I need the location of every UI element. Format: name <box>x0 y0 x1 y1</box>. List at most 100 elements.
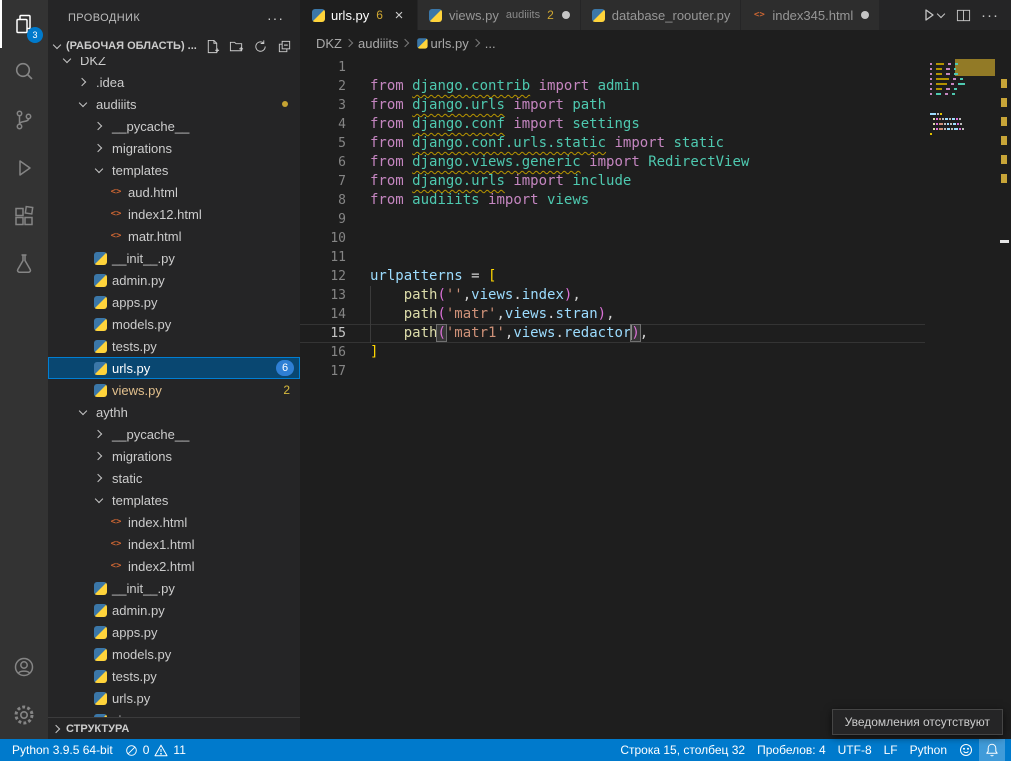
code-line-12[interactable]: 12urlpatterns = [ <box>300 267 925 286</box>
tree-item-views.py[interactable]: views.py <box>48 709 300 717</box>
search-icon[interactable] <box>0 48 48 96</box>
encoding-status[interactable]: UTF-8 <box>832 739 878 761</box>
tree-item-templates[interactable]: templates <box>48 489 300 511</box>
code-line-3[interactable]: 3from django.urls import path <box>300 96 925 115</box>
more-actions-button[interactable]: ··· <box>981 7 999 24</box>
refresh-icon[interactable] <box>252 38 268 54</box>
code-line-7[interactable]: 7from django.urls import include <box>300 172 925 191</box>
line-number[interactable]: 17 <box>300 362 346 381</box>
minimap[interactable] <box>927 58 997 143</box>
tree-item-index.html[interactable]: <>index.html <box>48 511 300 533</box>
line-number[interactable]: 7 <box>300 172 346 191</box>
line-number[interactable]: 16 <box>300 343 346 362</box>
line-number[interactable]: 6 <box>300 153 346 172</box>
split-editor-button[interactable] <box>956 8 971 23</box>
line-number[interactable]: 14 <box>300 305 346 324</box>
line-number[interactable]: 5 <box>300 134 346 153</box>
tab-index345.html[interactable]: <>index345.html <box>741 0 880 30</box>
line-number[interactable]: 10 <box>300 229 346 248</box>
tree-item-admin.py[interactable]: admin.py <box>48 599 300 621</box>
code-line-10[interactable]: 10 <box>300 229 925 248</box>
code-line-14[interactable]: 14 path('matr',views.stran), <box>300 305 925 324</box>
tree-item-admin.py[interactable]: admin.py <box>48 269 300 291</box>
code-line-13[interactable]: 13 path('',views.index), <box>300 286 925 305</box>
tree-item-views.py[interactable]: views.py2 <box>48 379 300 401</box>
explorer-icon[interactable]: 3 <box>0 0 48 48</box>
line-number[interactable]: 1 <box>300 58 346 77</box>
tree-item-matr.html[interactable]: <>matr.html <box>48 225 300 247</box>
new-folder-icon[interactable] <box>228 38 244 54</box>
cursor-position-status[interactable]: Строка 15, столбец 32 <box>614 739 751 761</box>
tree-item-__init__.py[interactable]: __init__.py <box>48 577 300 599</box>
code-line-15[interactable]: 15 path('matr1',views.redactor), <box>300 324 925 343</box>
tree-item-index1.html[interactable]: <>index1.html <box>48 533 300 555</box>
line-number[interactable]: 2 <box>300 77 346 96</box>
code-line-4[interactable]: 4from django.conf import settings <box>300 115 925 134</box>
code-line-2[interactable]: 2from django.contrib import admin <box>300 77 925 96</box>
notifications-bell-icon[interactable] <box>979 739 1005 761</box>
line-number[interactable]: 13 <box>300 286 346 305</box>
tree-item-static[interactable]: static <box>48 467 300 489</box>
tree-item-models.py[interactable]: models.py <box>48 643 300 665</box>
source-control-icon[interactable] <box>0 96 48 144</box>
tree-item-models.py[interactable]: models.py <box>48 313 300 335</box>
tree-item-migrations[interactable]: migrations <box>48 137 300 159</box>
feedback-icon[interactable] <box>953 739 979 761</box>
extensions-icon[interactable] <box>0 192 48 240</box>
code-line-11[interactable]: 11 <box>300 248 925 267</box>
code-line-8[interactable]: 8from audiiits import views <box>300 191 925 210</box>
code-line-5[interactable]: 5from django.conf.urls.static import sta… <box>300 134 925 153</box>
settings-gear-icon[interactable] <box>0 691 48 739</box>
line-number[interactable]: 11 <box>300 248 346 267</box>
code-line-6[interactable]: 6from django.views.generic import Redire… <box>300 153 925 172</box>
collapse-all-icon[interactable] <box>276 38 292 54</box>
tree-item-audiiits[interactable]: audiiits <box>48 93 300 115</box>
account-icon[interactable] <box>0 643 48 691</box>
tab-views.py[interactable]: views.pyaudiiits2 <box>418 0 581 30</box>
new-file-icon[interactable] <box>204 38 220 54</box>
tree-item-index2.html[interactable]: <>index2.html <box>48 555 300 577</box>
indentation-status[interactable]: Пробелов: 4 <box>751 739 832 761</box>
code-line-16[interactable]: 16] <box>300 343 925 362</box>
tree-item-tests.py[interactable]: tests.py <box>48 335 300 357</box>
line-number[interactable]: 8 <box>300 191 346 210</box>
run-dropdown-icon[interactable] <box>936 10 946 20</box>
tree-item-templates[interactable]: templates <box>48 159 300 181</box>
tree-item-urls.py[interactable]: urls.py6 <box>48 357 300 379</box>
line-number[interactable]: 9 <box>300 210 346 229</box>
line-number[interactable]: 15 <box>300 324 346 343</box>
code-area[interactable]: 12from django.contrib import admin3from … <box>300 56 1011 381</box>
python-interpreter-status[interactable]: Python 3.9.5 64-bit <box>6 739 119 761</box>
tree-item-urls.py[interactable]: urls.py <box>48 687 300 709</box>
tree-item-apps.py[interactable]: apps.py <box>48 621 300 643</box>
line-number[interactable]: 4 <box>300 115 346 134</box>
eol-status[interactable]: LF <box>878 739 904 761</box>
tree-item-migrations[interactable]: migrations <box>48 445 300 467</box>
run-debug-icon[interactable] <box>0 144 48 192</box>
tree-item-apps.py[interactable]: apps.py <box>48 291 300 313</box>
tree-item-__pycache__[interactable]: __pycache__ <box>48 423 300 445</box>
tree-item-tests.py[interactable]: tests.py <box>48 665 300 687</box>
scrollbar-overview-ruler[interactable] <box>997 56 1011 739</box>
breadcrumb-item-...[interactable]: ... <box>485 36 496 51</box>
code-editor[interactable]: 12from django.contrib import admin3from … <box>300 56 1011 739</box>
tree-item-aythh[interactable]: aythh <box>48 401 300 423</box>
workspace-section-header[interactable]: (РАБОЧАЯ ОБЛАСТЬ) ... <box>48 35 300 57</box>
code-line-1[interactable]: 1 <box>300 58 925 77</box>
run-button[interactable] <box>922 8 946 22</box>
code-line-9[interactable]: 9 <box>300 210 925 229</box>
tab-database_roouter.py[interactable]: database_roouter.py <box>581 0 742 30</box>
testing-icon[interactable] <box>0 240 48 288</box>
tab-urls.py[interactable]: urls.py6× <box>300 0 418 30</box>
line-number[interactable]: 3 <box>300 96 346 115</box>
line-number[interactable]: 12 <box>300 267 346 286</box>
outline-section-header[interactable]: СТРУКТУРА <box>48 717 300 739</box>
sidebar-more-icon[interactable]: ··· <box>267 10 284 26</box>
language-mode-status[interactable]: Python <box>904 739 953 761</box>
breadcrumb-item-urls.py[interactable]: urls.py <box>414 35 468 51</box>
tree-item-.idea[interactable]: .idea <box>48 71 300 93</box>
breadcrumb-item-DKZ[interactable]: DKZ <box>316 36 342 51</box>
breadcrumb-item-audiiits[interactable]: audiiits <box>358 36 398 51</box>
close-icon[interactable]: × <box>391 7 407 24</box>
tree-item-__pycache__[interactable]: __pycache__ <box>48 115 300 137</box>
